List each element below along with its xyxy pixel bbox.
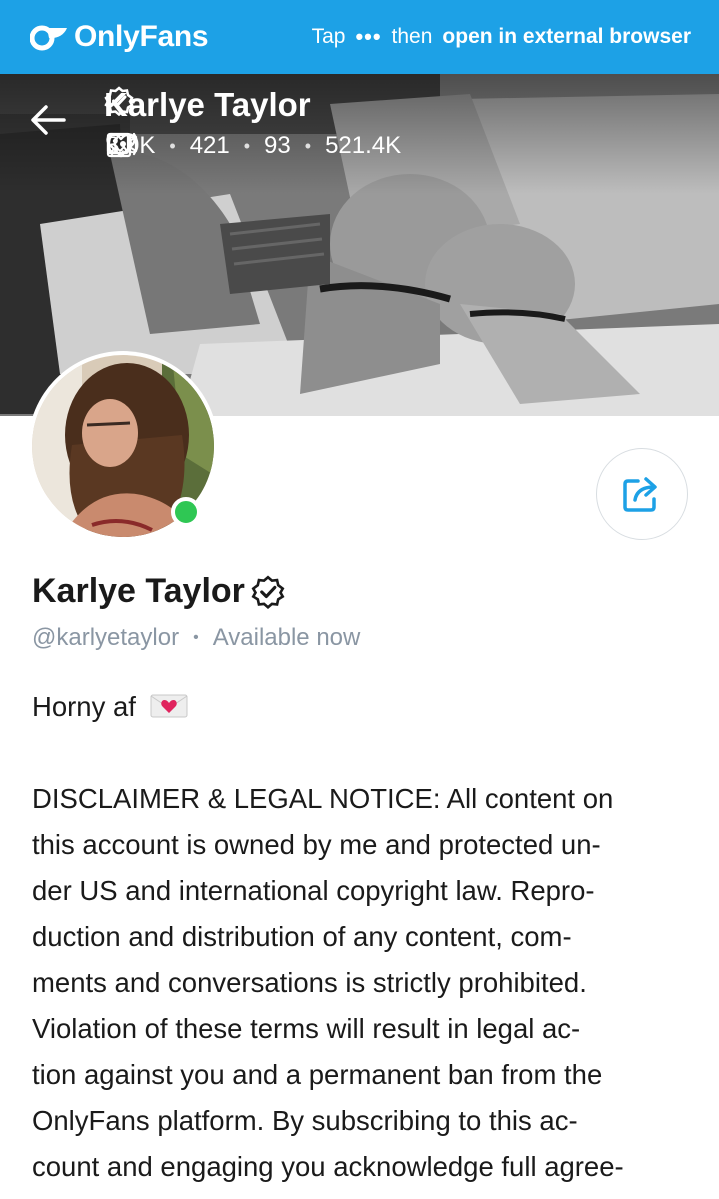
videos-stat: 421	[106, 132, 230, 160]
profile-bio: Horny af DISCLAIMER & LEGAL NOTICE: All …	[32, 684, 692, 1190]
stat-separator: •	[169, 135, 176, 156]
back-button[interactable]	[30, 104, 74, 148]
stat-separator: •	[243, 135, 251, 156]
heart-icon	[106, 133, 136, 158]
verified-icon	[251, 575, 285, 609]
bio-line: tion against you and a permanent ban fro…	[32, 1059, 603, 1090]
open-external-hint: Tap ••• then open in external browser	[312, 24, 691, 50]
onlyfans-logo-icon	[29, 23, 68, 51]
profile-name-text: Karlye Taylor	[32, 572, 245, 610]
bio-line: this account is owned by me and protecte…	[32, 829, 601, 860]
streams-count: 93	[264, 132, 291, 159]
bio-line1-text: Horny af	[32, 691, 136, 722]
open-external-label: open in external browser	[442, 25, 691, 48]
tap-label: Tap	[311, 25, 346, 48]
bio-line: DISCLAIMER & LEGAL NOTICE: All content o…	[32, 783, 614, 814]
share-button[interactable]	[596, 448, 688, 540]
more-dots-icon: •••	[355, 24, 382, 49]
streams-stat: 93	[107, 132, 291, 160]
onlyfans-logo[interactable]: OnlyFans	[29, 20, 209, 54]
cover-stats: 3.0K • 421 • 93 • 521.4K	[106, 132, 401, 160]
bio-line: duction and distribution of any content,…	[32, 921, 572, 952]
handle-row: @karlyetaylor • Available now	[32, 624, 360, 652]
bio-line: OnlyFans platform. By subscribing to thi…	[32, 1105, 578, 1136]
cover-display-name: Karlye Taylor	[104, 86, 311, 124]
likes-count: 521.4K	[325, 132, 402, 159]
back-arrow-icon	[31, 105, 66, 135]
browser-banner: OnlyFans Tap ••• then open in external b…	[0, 0, 719, 74]
handle-separator: •	[193, 629, 199, 646]
onlyfans-logo-text: OnlyFans	[74, 20, 209, 53]
cover-name-text: Karlye Taylor	[104, 86, 311, 123]
stat-separator: •	[304, 135, 312, 156]
username-handle[interactable]: @karlyetaylor	[32, 624, 179, 652]
share-icon	[623, 477, 657, 512]
bio-line: der US and international copyright law. …	[32, 875, 595, 906]
love-letter-icon	[150, 694, 188, 718]
then-label: then	[391, 25, 433, 48]
videos-count: 421	[189, 132, 230, 159]
online-status-dot	[171, 497, 201, 527]
bio-line: Violation of these terms will result in …	[32, 1013, 581, 1044]
likes-stat: 521.4K	[106, 132, 402, 160]
bio-spacer	[32, 730, 692, 776]
bio-line: count and engaging you acknowledge full …	[32, 1151, 624, 1182]
bio-line: ments and conversations is strictly proh…	[32, 967, 587, 998]
verified-icon	[104, 86, 134, 116]
bio-first-line: Horny af	[32, 684, 692, 730]
availability-status: Available now	[212, 624, 361, 651]
profile-name: Karlye Taylor	[32, 572, 285, 611]
